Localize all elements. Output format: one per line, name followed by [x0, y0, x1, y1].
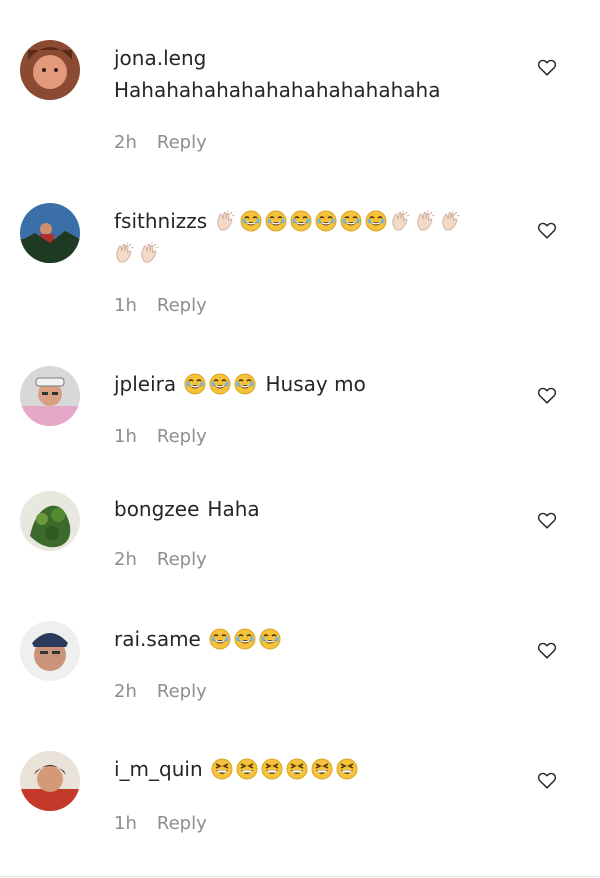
- face-with-tears-of-joy-emoji: [209, 628, 231, 650]
- grinning-squinting-face-emoji: [311, 758, 333, 780]
- face-with-tears-of-joy-emoji: [265, 210, 287, 232]
- face-with-tears-of-joy-emoji: [209, 373, 231, 395]
- reply-button[interactable]: Reply: [157, 813, 207, 834]
- comment-item: fsithnizzs 1h Reply: [0, 203, 600, 333]
- avatar[interactable]: [20, 203, 80, 263]
- comment-username[interactable]: fsithnizzs: [114, 209, 207, 233]
- comment-text: Hahahahahahahahahahahahaha: [114, 78, 441, 102]
- heart-icon[interactable]: [536, 56, 558, 78]
- clapping-hands-emoji: [390, 210, 412, 232]
- comment-username[interactable]: i_m_quin: [114, 757, 203, 781]
- divider: [0, 876, 600, 877]
- heart-icon[interactable]: [536, 509, 558, 531]
- grinning-squinting-face-emoji: [261, 758, 283, 780]
- face-with-tears-of-joy-emoji: [290, 210, 312, 232]
- comment-username[interactable]: bongzee: [114, 497, 199, 521]
- comment-text: Husay mo: [265, 372, 366, 396]
- comment-time: 2h: [114, 681, 137, 702]
- comment-time: 2h: [114, 132, 137, 153]
- reply-button[interactable]: Reply: [157, 681, 207, 702]
- reply-button[interactable]: Reply: [157, 295, 207, 316]
- heart-icon[interactable]: [536, 384, 558, 406]
- avatar[interactable]: [20, 366, 80, 426]
- face-with-tears-of-joy-emoji: [340, 210, 362, 232]
- face-with-tears-of-joy-emoji: [234, 628, 256, 650]
- comment-item: i_m_quin 1h Reply: [0, 751, 600, 878]
- comment-username[interactable]: jpleira: [114, 372, 176, 396]
- comment-time: 1h: [114, 295, 137, 316]
- face-with-tears-of-joy-emoji: [184, 373, 206, 395]
- heart-icon[interactable]: [536, 639, 558, 661]
- face-with-tears-of-joy-emoji: [259, 628, 281, 650]
- clapping-hands-emoji: [139, 242, 161, 264]
- comment-username[interactable]: rai.same: [114, 627, 201, 651]
- grinning-squinting-face-emoji: [336, 758, 358, 780]
- face-with-tears-of-joy-emoji: [365, 210, 387, 232]
- clapping-hands-emoji: [415, 210, 437, 232]
- clapping-hands-emoji: [440, 210, 462, 232]
- comment-item: jpleira Husay mo 1h Reply: [0, 366, 600, 466]
- comment-time: 2h: [114, 549, 137, 570]
- clapping-hands-emoji: [215, 210, 237, 232]
- avatar[interactable]: [20, 40, 80, 100]
- heart-icon[interactable]: [536, 769, 558, 791]
- comment-username[interactable]: jona.leng: [114, 46, 206, 70]
- face-with-tears-of-joy-emoji: [240, 210, 262, 232]
- grinning-squinting-face-emoji: [236, 758, 258, 780]
- face-with-tears-of-joy-emoji: [234, 373, 256, 395]
- reply-button[interactable]: Reply: [157, 426, 207, 447]
- comment-text: Haha: [207, 497, 260, 521]
- clapping-hands-emoji: [114, 242, 136, 264]
- comment-item: bongzee Haha 2h Reply: [0, 491, 600, 591]
- comment-time: 1h: [114, 426, 137, 447]
- heart-icon[interactable]: [536, 219, 558, 241]
- comment-time: 1h: [114, 813, 137, 834]
- grinning-squinting-face-emoji: [286, 758, 308, 780]
- avatar[interactable]: [20, 751, 80, 811]
- avatar[interactable]: [20, 621, 80, 681]
- reply-button[interactable]: Reply: [157, 132, 207, 153]
- comment-item: jona.leng Hahahahahahahahahahahahaha 2h R…: [0, 40, 600, 170]
- comment-item: rai.same 2h Reply: [0, 621, 600, 721]
- grinning-squinting-face-emoji: [211, 758, 233, 780]
- face-with-tears-of-joy-emoji: [315, 210, 337, 232]
- reply-button[interactable]: Reply: [157, 549, 207, 570]
- avatar[interactable]: [20, 491, 80, 551]
